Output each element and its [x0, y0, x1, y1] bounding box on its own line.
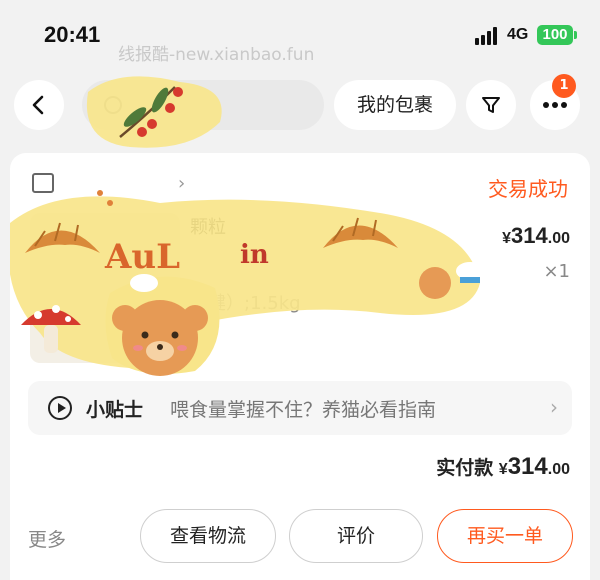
tip-title: 小贴士 [86, 399, 144, 421]
price-integer: 314 [511, 223, 548, 248]
price-decimal: .00 [547, 230, 570, 247]
total-label: 实付款 [436, 457, 494, 479]
tip-text: 喂食量掌握不住？养猫必看指南 [170, 399, 437, 421]
status-bar: 20:41 线报酷-new.xianbao.fun 4G 100 [0, 0, 600, 70]
bear-small-sticker [419, 262, 484, 299]
clock: 20:41 [44, 22, 101, 47]
product-price: ¥314.00 [502, 223, 570, 249]
bear-sticker [105, 274, 220, 376]
chevron-right-icon: › [550, 395, 558, 419]
total-paid: 实付款 ¥314.00 [436, 453, 570, 481]
product-quantity: ×1 [543, 261, 570, 282]
more-icon [543, 102, 567, 108]
total-integer: 314 [507, 453, 548, 480]
back-icon [32, 95, 44, 115]
order-card[interactable]: › 交易成功 颗粒 保健）;1.5kg ¥314.00 ×1 小贴士 喂食量掌握… [10, 153, 590, 580]
play-icon [48, 396, 72, 420]
tip-bar[interactable]: 小贴士 喂食量掌握不住？养猫必看指南 › [28, 381, 572, 435]
berry-sticker [86, 76, 222, 148]
back-button[interactable] [14, 80, 64, 130]
signal-icon [475, 27, 499, 45]
total-decimal: .00 [547, 461, 570, 478]
battery-indicator: 100 [537, 25, 577, 45]
review-button[interactable]: 评价 [289, 509, 423, 563]
filter-button[interactable] [466, 80, 516, 130]
total-currency: ¥ [498, 461, 508, 478]
price-currency: ¥ [502, 230, 512, 247]
my-packages-button[interactable]: 我的包裹 [334, 80, 456, 130]
more-link[interactable]: 更多 [28, 525, 66, 552]
svg-text:in: in [240, 240, 269, 270]
filter-icon [482, 97, 500, 113]
buy-again-button[interactable]: 再买一单 [437, 509, 573, 563]
order-status: 交易成功 [488, 177, 568, 201]
mushroom-sticker [21, 305, 81, 353]
view-logistics-button[interactable]: 查看物流 [140, 509, 276, 563]
network-type: 4G [507, 26, 529, 43]
notification-badge: 1 [552, 74, 576, 98]
